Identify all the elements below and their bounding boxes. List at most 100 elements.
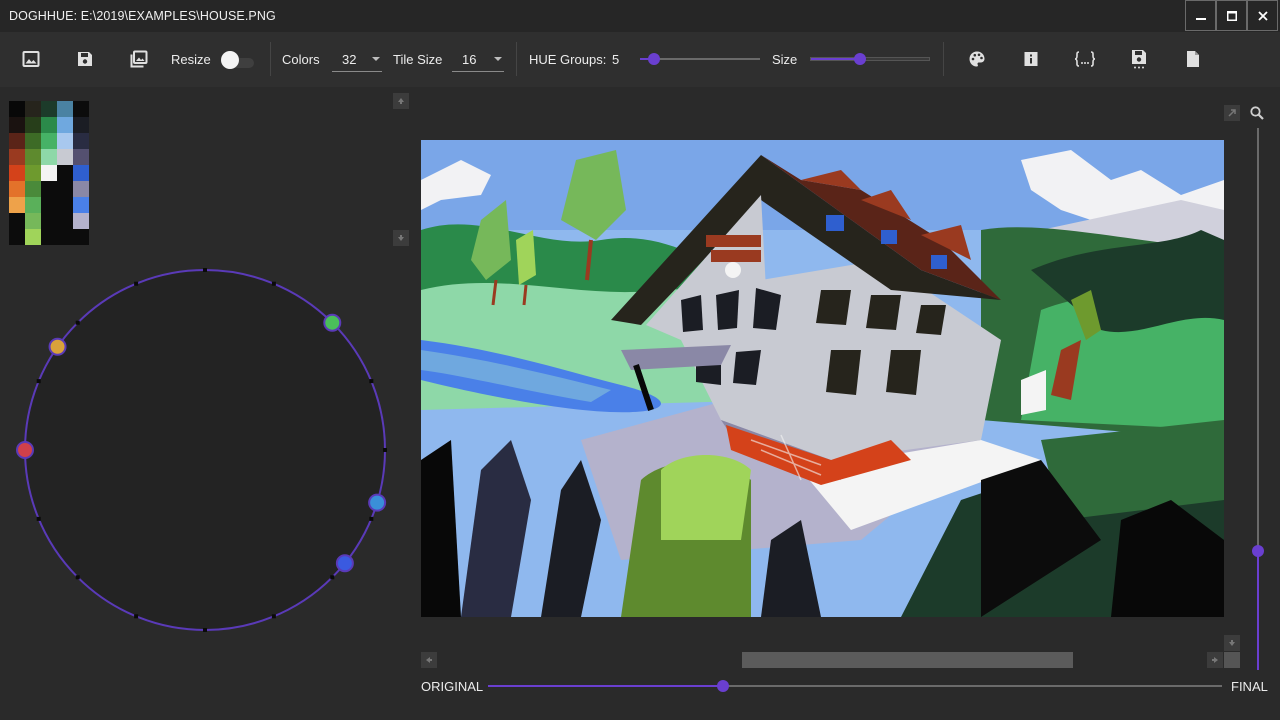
arrow-right-icon <box>1212 657 1218 663</box>
palette-swatch[interactable] <box>41 197 57 213</box>
zoom-slider-fill <box>1257 550 1259 670</box>
palette-scroll-up[interactable] <box>393 93 409 109</box>
palette-swatch[interactable] <box>57 229 73 245</box>
palette-swatch[interactable] <box>9 165 25 181</box>
code-button[interactable] <box>1073 49 1097 69</box>
palette-scroll-down[interactable] <box>393 230 409 246</box>
palette-swatch[interactable] <box>57 117 73 133</box>
hue-wheel-tick <box>36 379 41 384</box>
save-icon <box>78 52 92 66</box>
palette-swatch[interactable] <box>73 101 89 117</box>
hue-group-handle[interactable] <box>16 441 34 459</box>
palette-swatch[interactable] <box>73 181 89 197</box>
palette-swatch[interactable] <box>41 213 57 229</box>
palette-swatch[interactable] <box>25 181 41 197</box>
palette-swatch[interactable] <box>73 213 89 229</box>
hue-groups-label: HUE Groups: <box>529 52 607 67</box>
palette-swatch[interactable] <box>41 165 57 181</box>
palette-swatch[interactable] <box>9 101 25 117</box>
scroll-corner <box>1224 652 1240 668</box>
canvas-scroll-right[interactable] <box>1207 652 1223 668</box>
minimize-button[interactable] <box>1185 0 1216 31</box>
palette-swatch[interactable] <box>9 213 25 229</box>
info-button[interactable] <box>1021 49 1041 69</box>
hue-wheel[interactable] <box>0 255 410 645</box>
size-slider-thumb[interactable] <box>854 53 866 65</box>
image-canvas[interactable] <box>421 140 1224 617</box>
palette-swatch[interactable] <box>9 181 25 197</box>
hue-group-handle[interactable] <box>368 493 387 512</box>
resize-toggle[interactable] <box>221 51 239 69</box>
code-braces-icon <box>1074 51 1096 67</box>
palette-swatch[interactable] <box>25 117 41 133</box>
palette-swatch[interactable] <box>25 229 41 245</box>
hue-wheel-tick <box>369 379 374 384</box>
colors-value: 32 <box>342 52 357 67</box>
palette-swatch[interactable] <box>41 181 57 197</box>
blend-slider[interactable] <box>488 680 1222 692</box>
open-image-button[interactable] <box>21 49 41 69</box>
size-slider-fill <box>811 58 860 60</box>
minimize-icon <box>1195 17 1206 20</box>
hue-groups-slider-thumb[interactable] <box>648 53 660 65</box>
palette-swatch[interactable] <box>9 133 25 149</box>
palette-swatch[interactable] <box>73 149 89 165</box>
palette-swatch[interactable] <box>25 197 41 213</box>
hue-group-handle[interactable] <box>48 337 67 356</box>
hue-wheel-tick <box>134 281 139 286</box>
hue-groups-value: 5 <box>612 52 620 67</box>
hue-group-handle[interactable] <box>323 313 342 332</box>
palette-swatch[interactable] <box>9 197 25 213</box>
palette-swatch[interactable] <box>41 101 57 117</box>
maximize-button[interactable] <box>1216 0 1247 31</box>
horizontal-scrollbar-thumb[interactable] <box>742 652 1073 668</box>
palette-swatch[interactable] <box>25 165 41 181</box>
palette-swatch[interactable] <box>57 149 73 165</box>
palette-button[interactable] <box>967 49 987 69</box>
palette-swatch[interactable] <box>73 229 89 245</box>
palette-swatch[interactable] <box>57 165 73 181</box>
palette-swatch[interactable] <box>41 133 57 149</box>
palette-swatch[interactable] <box>41 149 57 165</box>
palette-swatch[interactable] <box>57 133 73 149</box>
palette-swatch[interactable] <box>73 197 89 213</box>
hue-group-handle[interactable] <box>335 554 354 573</box>
zoom-slider-thumb[interactable] <box>1252 544 1264 557</box>
palette-swatch[interactable] <box>73 117 89 133</box>
palette-swatch[interactable] <box>73 165 89 181</box>
blend-slider-thumb[interactable] <box>716 680 729 692</box>
palette-swatch[interactable] <box>25 213 41 229</box>
file-icon <box>1187 51 1199 67</box>
palette-swatch[interactable] <box>57 101 73 117</box>
canvas-scroll-left[interactable] <box>421 652 437 668</box>
palette-swatch[interactable] <box>57 181 73 197</box>
palette-swatch[interactable] <box>41 117 57 133</box>
close-button[interactable] <box>1247 0 1278 31</box>
hue-groups-slider[interactable] <box>640 53 760 65</box>
hue-wheel-tick <box>75 320 80 325</box>
palette-swatch[interactable] <box>9 117 25 133</box>
palette-swatch[interactable] <box>25 133 41 149</box>
palette-swatch[interactable] <box>57 213 73 229</box>
save-button[interactable] <box>75 49 95 69</box>
new-file-button[interactable] <box>1183 49 1203 69</box>
palette-swatch[interactable] <box>57 197 73 213</box>
palette-swatch[interactable] <box>73 133 89 149</box>
palette-swatch[interactable] <box>25 101 41 117</box>
images-button[interactable] <box>129 49 149 69</box>
size-slider[interactable] <box>810 53 930 65</box>
colors-select[interactable]: 32 <box>332 44 382 72</box>
palette-swatch[interactable] <box>9 149 25 165</box>
original-label: ORIGINAL <box>421 679 484 694</box>
palette-swatch[interactable] <box>9 229 25 245</box>
zoom-button[interactable] <box>1249 105 1265 121</box>
canvas-scroll-up[interactable] <box>1224 105 1240 121</box>
hue-wheel-tick <box>330 575 335 580</box>
tile-size-select[interactable]: 16 <box>452 44 504 72</box>
canvas-scroll-down[interactable] <box>1224 635 1240 651</box>
hue-wheel-tick <box>271 281 276 286</box>
palette-swatch[interactable] <box>25 149 41 165</box>
save-all-button[interactable] <box>1129 49 1149 69</box>
toolbar-separator <box>516 42 517 76</box>
palette-swatch[interactable] <box>41 229 57 245</box>
